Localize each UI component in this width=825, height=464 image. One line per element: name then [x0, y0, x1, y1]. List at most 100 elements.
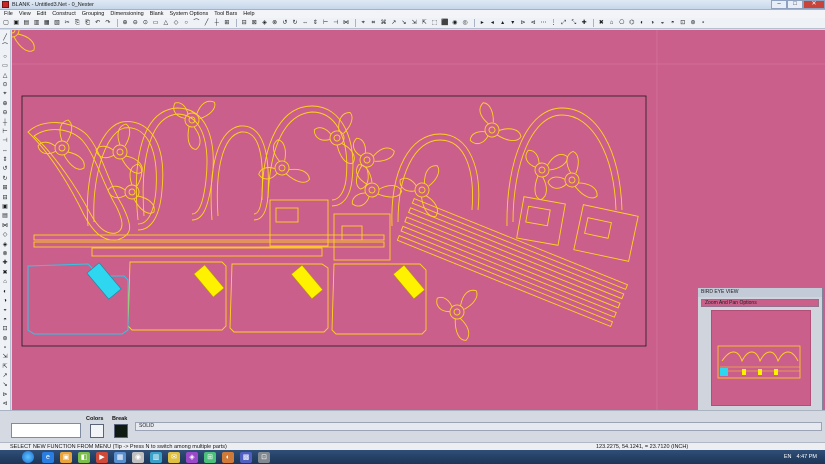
draw-tool-icon[interactable]: ⌒ — [1, 43, 9, 51]
zoom-pan-options-button[interactable]: Zoom And Pan Options — [701, 299, 819, 307]
draw-tool-icon[interactable]: ▣ — [1, 203, 9, 211]
toolbar-tool-icon[interactable]: ⊡ — [679, 19, 687, 27]
draw-tool-icon[interactable]: ◓ — [1, 316, 9, 324]
draw-tool-icon[interactable]: ┼ — [1, 119, 9, 127]
toolbar-tool-icon[interactable]: ◐ — [638, 19, 646, 27]
draw-tool-icon[interactable]: ⊢ — [1, 128, 9, 136]
draw-tool-icon[interactable]: ⌂ — [1, 278, 9, 286]
toolbar-tool-icon[interactable]: ⎔ — [618, 19, 626, 27]
toolbar-tool-icon[interactable]: ↺ — [281, 19, 289, 27]
taskbar-app-icon[interactable]: ▦ — [114, 451, 126, 463]
toolbar-tool-icon[interactable]: ⇲ — [410, 19, 418, 27]
draw-tool-icon[interactable]: ◒ — [1, 306, 9, 314]
taskbar-app-icon[interactable]: e — [42, 451, 54, 463]
toolbar-tool-icon[interactable]: ⋮ — [550, 19, 558, 27]
taskbar-app-icon[interactable]: ⊞ — [204, 451, 216, 463]
toolbar-tool-icon[interactable]: ▥ — [33, 19, 41, 27]
draw-tool-icon[interactable]: ⊲ — [1, 400, 9, 408]
toolbar-tool-icon[interactable]: ▸ — [478, 19, 486, 27]
toolbar-tool-icon[interactable]: ⊗ — [271, 19, 279, 27]
toolbar-tool-icon[interactable]: ◈ — [261, 19, 269, 27]
draw-tool-icon[interactable]: ⇕ — [1, 156, 9, 164]
toolbar-tool-icon[interactable]: ▢ — [2, 19, 10, 27]
break-button[interactable] — [114, 424, 128, 438]
toolbar-tool-icon[interactable]: ⎘ — [73, 19, 81, 27]
toolbar-tool-icon[interactable]: ▣ — [12, 19, 20, 27]
toolbar-tool-icon[interactable]: ⌗ — [369, 19, 377, 27]
toolbar-tool-icon[interactable]: ⊳ — [519, 19, 527, 27]
toolbar-tool-icon[interactable]: ⎗ — [84, 19, 92, 27]
toolbar-tool-icon[interactable]: △ — [162, 19, 170, 27]
draw-tool-icon[interactable]: ⋈ — [1, 222, 9, 230]
toolbar-tool-icon[interactable]: ⋯ — [539, 19, 547, 27]
menu-edit[interactable]: Edit — [35, 11, 50, 17]
toolbar-tool-icon[interactable]: ⋈ — [342, 19, 350, 27]
toolbar-tool-icon[interactable]: ▤ — [22, 19, 30, 27]
toolbar-tool-icon[interactable]: ◒ — [658, 19, 666, 27]
draw-tool-icon[interactable]: ▤ — [1, 212, 9, 220]
draw-tool-icon[interactable]: ⌖ — [1, 90, 9, 98]
draw-tool-icon[interactable]: ⊟ — [1, 194, 9, 202]
draw-tool-icon[interactable]: ○ — [1, 53, 9, 61]
toolbar-tool-icon[interactable]: ▦ — [43, 19, 51, 27]
toolbar-tool-icon[interactable]: ▴ — [499, 19, 507, 27]
toolbar-tool-icon[interactable]: ↘ — [400, 19, 408, 27]
toolbar-tool-icon[interactable]: ╱ — [203, 19, 211, 27]
toolbar-tool-icon[interactable]: ▾ — [509, 19, 517, 27]
draw-tool-icon[interactable]: ✚ — [1, 259, 9, 267]
toolbar-tool-icon[interactable]: ⬚ — [431, 19, 439, 27]
menu-help[interactable]: Help — [241, 11, 258, 17]
toolbar-tool-icon[interactable]: ▧ — [53, 19, 61, 27]
toolbar-tool-icon[interactable]: ↷ — [104, 19, 112, 27]
toolbar-tool-icon[interactable]: ◇ — [172, 19, 180, 27]
bird-eye-viewport[interactable] — [711, 310, 811, 406]
draw-tool-icon[interactable]: ⋆ — [1, 344, 9, 352]
toolbar-tool-icon[interactable]: ⌬ — [628, 19, 636, 27]
draw-tool-icon[interactable]: ⊙ — [1, 81, 9, 89]
toolbar-tool-icon[interactable]: ▭ — [152, 19, 160, 27]
start-button[interactable] — [22, 451, 34, 463]
draw-tool-icon[interactable]: ↻ — [1, 175, 9, 183]
toolbar-tool-icon[interactable]: ┼ — [213, 19, 221, 27]
draw-tool-icon[interactable]: ⊕ — [1, 100, 9, 108]
toolbar-tool-icon[interactable]: ⊕ — [121, 19, 129, 27]
toolbar-tool-icon[interactable]: ⊞ — [223, 19, 231, 27]
toolbar-tool-icon[interactable]: ⊲ — [529, 19, 537, 27]
linetype-dropdown[interactable]: SOLID — [135, 422, 822, 431]
draw-tool-icon[interactable]: ◐ — [1, 288, 9, 296]
toolbar-tool-icon[interactable]: ◉ — [451, 19, 459, 27]
toolbar-tool-icon[interactable]: ↻ — [291, 19, 299, 27]
draw-tool-icon[interactable]: ⇔ — [1, 147, 9, 155]
command-input[interactable] — [11, 423, 81, 438]
draw-tool-icon[interactable]: ▭ — [1, 62, 9, 70]
menu-dimensioning[interactable]: Dimensioning — [108, 11, 147, 17]
taskbar-app-icon[interactable]: ▩ — [240, 451, 252, 463]
toolbar-tool-icon[interactable]: ⋆ — [699, 19, 707, 27]
toolbar-tool-icon[interactable]: ◎ — [461, 19, 469, 27]
draw-tool-icon[interactable]: ⊗ — [1, 250, 9, 258]
toolbar-tool-icon[interactable]: ⊣ — [332, 19, 340, 27]
menu-system-options[interactable]: System Options — [167, 11, 212, 17]
taskbar-app-icon[interactable]: ◈ — [186, 451, 198, 463]
draw-tool-icon[interactable]: ↗ — [1, 372, 9, 380]
toolbar-tool-icon[interactable]: ◓ — [669, 19, 677, 27]
taskbar-app-icon[interactable]: ▶ — [96, 451, 108, 463]
menu-grouping[interactable]: Grouping — [80, 11, 109, 17]
toolbar-tool-icon[interactable]: ⌘ — [380, 19, 388, 27]
draw-tool-icon[interactable]: ⊣ — [1, 137, 9, 145]
toolbar-tool-icon[interactable]: ⇱ — [420, 19, 428, 27]
draw-tool-icon[interactable]: ◑ — [1, 297, 9, 305]
toolbar-tool-icon[interactable]: ⌒ — [192, 19, 200, 27]
language-indicator[interactable]: EN — [784, 454, 792, 460]
taskbar-app-icon[interactable]: ✉ — [168, 451, 180, 463]
toolbar-tool-icon[interactable]: ⊟ — [240, 19, 248, 27]
taskbar-app-icon[interactable]: ◧ — [78, 451, 90, 463]
toolbar-tool-icon[interactable]: ⊙ — [141, 19, 149, 27]
toolbar-tool-icon[interactable]: ⌖ — [359, 19, 367, 27]
toolbar-tool-icon[interactable]: ✚ — [580, 19, 588, 27]
toolbar-tool-icon[interactable]: ⇕ — [311, 19, 319, 27]
menu-file[interactable]: File — [2, 11, 17, 17]
draw-tool-icon[interactable]: ◇ — [1, 231, 9, 239]
draw-tool-icon[interactable]: ╱ — [1, 34, 9, 42]
maximize-button[interactable]: □ — [787, 0, 803, 9]
